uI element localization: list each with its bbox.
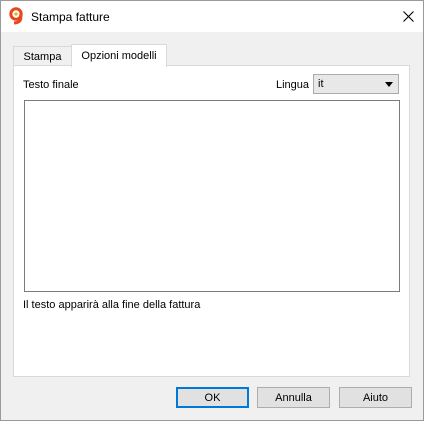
help-label: Aiuto (362, 391, 389, 404)
tab-opzioni-modelli[interactable]: Opzioni modelli (71, 44, 167, 67)
window-title: Stampa fatture (31, 10, 110, 24)
final-text-area[interactable] (24, 100, 400, 292)
cancel-button[interactable]: Annulla (257, 387, 330, 408)
tab-label: Opzioni modelli (81, 50, 157, 62)
app-icon (8, 7, 26, 25)
chevron-down-icon (385, 82, 393, 87)
close-button[interactable] (393, 1, 423, 31)
close-icon (402, 10, 414, 22)
testo-finale-label: Testo finale (23, 79, 79, 91)
language-select[interactable]: it (313, 74, 399, 94)
help-button[interactable]: Aiuto (339, 387, 412, 408)
title-bar: Stampa fatture (1, 1, 423, 32)
hint-text: Il testo apparirà alla fine della fattur… (23, 299, 201, 311)
tab-label: Stampa (23, 50, 62, 63)
ok-label: OK (204, 391, 221, 404)
lingua-label: Lingua (276, 79, 310, 91)
tab-stampa[interactable]: Stampa (13, 46, 72, 66)
language-value: it (318, 78, 324, 90)
ok-button[interactable]: OK (176, 387, 249, 408)
dialog-window: Stampa fatture Stampa Opzioni modelli Te… (0, 0, 424, 421)
cancel-label: Annulla (275, 391, 312, 404)
